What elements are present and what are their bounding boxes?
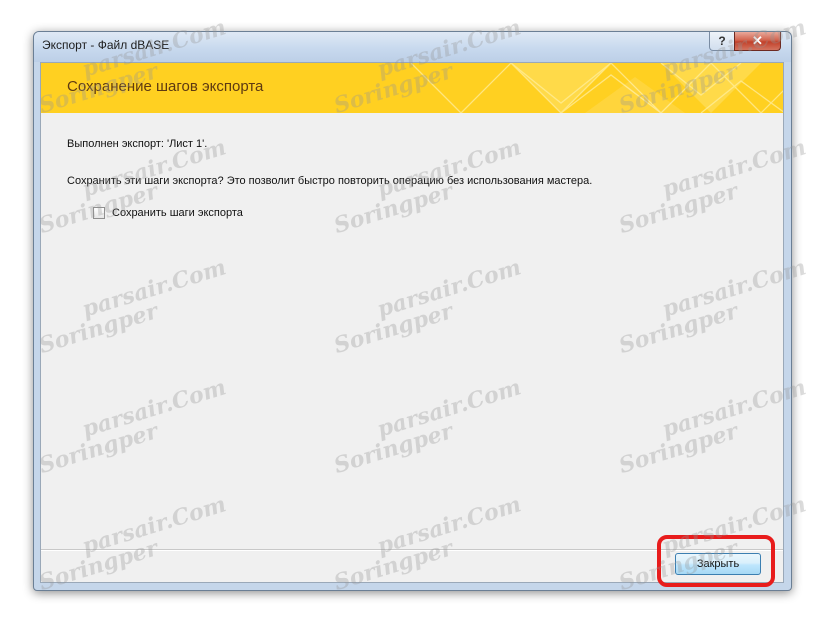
dialog-content: Сохранение шагов экспорта Выполнен экспо… xyxy=(40,62,784,583)
export-status-text: Выполнен экспорт: 'Лист 1'. xyxy=(67,138,208,150)
save-steps-question: Сохранить эти шаги экспорта? Это позволи… xyxy=(67,175,593,187)
window-close-button[interactable]: ✕ xyxy=(734,32,781,51)
help-button[interactable]: ? xyxy=(709,32,735,51)
title-bar[interactable]: Экспорт - Файл dBASE ? ✕ xyxy=(34,32,791,62)
help-icon: ? xyxy=(718,34,726,48)
export-dialog: Экспорт - Файл dBASE ? ✕ Сохранение шаго… xyxy=(33,31,792,591)
page-title: Сохранение шагов экспорта xyxy=(67,78,264,95)
save-steps-checkbox[interactable] xyxy=(93,207,105,219)
close-button[interactable]: Закрыть xyxy=(675,553,761,575)
save-steps-checkbox-label[interactable]: Сохранить шаги экспорта xyxy=(112,207,243,219)
footer-divider xyxy=(41,549,783,551)
header-banner: Сохранение шагов экспорта xyxy=(41,63,783,113)
close-icon: ✕ xyxy=(752,33,763,48)
window-title: Экспорт - Файл dBASE xyxy=(42,38,170,52)
